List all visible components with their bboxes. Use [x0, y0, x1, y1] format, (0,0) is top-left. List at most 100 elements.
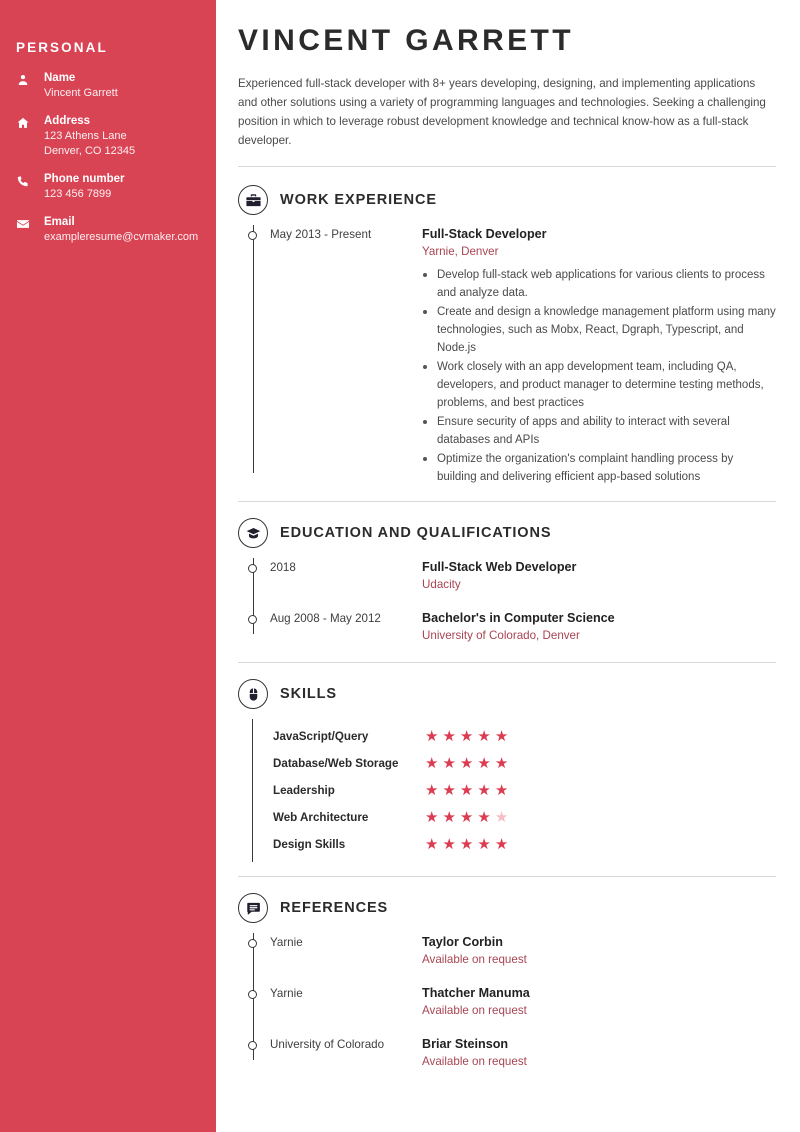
- contact-text: Address 123 Athens Lane Denver, CO 12345: [36, 114, 135, 159]
- contact-value: Vincent Garrett: [44, 87, 118, 99]
- section-header-work: WORK EXPERIENCE: [238, 185, 776, 215]
- skill-rating: ★ ★ ★ ★ ★: [425, 783, 508, 798]
- entry-organization: Yarnie, Denver: [422, 245, 499, 258]
- skill-name: Database/Web Storage: [273, 757, 399, 770]
- skill-rating: ★ ★ ★ ★ ★: [425, 729, 508, 744]
- speech-bubble-icon: [238, 893, 268, 923]
- contact-value: exampleresume@cvmaker.com: [44, 231, 199, 243]
- contact-item: Name Vincent Garrett: [16, 71, 200, 101]
- star-filled-icon: ★: [459, 809, 474, 826]
- star-empty-icon: ★: [494, 809, 509, 826]
- contact-value: Denver, CO 12345: [44, 145, 136, 157]
- timeline-entry: Yarnie Taylor Corbin Available on request: [247, 933, 776, 972]
- divider: [238, 876, 776, 877]
- skill-rating: ★ ★ ★ ★ ★: [425, 756, 508, 771]
- page-title: VINCENT GARRETT: [238, 24, 574, 57]
- contact-label: Address: [44, 115, 91, 127]
- contact-label: Phone number: [44, 173, 125, 185]
- bullet-item: Work closely with an app development tea…: [422, 358, 776, 412]
- divider: [238, 662, 776, 663]
- professional-summary: Experienced full-stack developer with 8+…: [238, 77, 766, 147]
- section-education: EDUCATION AND QUALIFICATIONS 2018 Full-St…: [238, 518, 776, 648]
- bullet-item: Create and design a knowledge management…: [422, 303, 776, 357]
- entry-date: University of Colorado: [270, 1038, 385, 1051]
- entry-date: Yarnie: [270, 987, 303, 1000]
- skills-list: JavaScript/Query ★ ★ ★ ★ ★ Database/Web Storag…: [252, 719, 776, 862]
- section-references: REFERENCES Yarnie Taylor Corbin Available …: [238, 893, 776, 1074]
- timeline-entry: May 2013 - Present Full-Stack Developer Ya…: [247, 225, 776, 487]
- entry-role: Briar Steinson: [422, 1037, 509, 1051]
- contact-item: Phone number 123 456 7899: [16, 172, 200, 202]
- star-filled-icon: ★: [442, 782, 456, 799]
- phone-icon: [16, 172, 36, 188]
- timeline-entry: University of Colorado Briar Steinson Avai…: [247, 1035, 776, 1074]
- timeline-entry: Yarnie Thatcher Manuma Available on reques…: [247, 984, 776, 1023]
- entry-date: 2018: [270, 561, 296, 574]
- section-title-education: EDUCATION AND QUALIFICATIONS: [280, 525, 552, 541]
- section-header-references: REFERENCES: [238, 893, 776, 923]
- entry-date: Yarnie: [270, 936, 303, 949]
- star-filled-icon: ★: [494, 755, 509, 772]
- star-filled-icon: ★: [477, 755, 491, 772]
- skill-name: Design Skills: [273, 838, 346, 851]
- entry-organization: Available on request: [422, 1004, 527, 1017]
- contact-value: 123 Athens Lane: [44, 130, 127, 142]
- star-filled-icon: ★: [425, 836, 439, 853]
- star-filled-icon: ★: [442, 755, 456, 772]
- contact-item: Address 123 Athens Lane Denver, CO 12345: [16, 114, 200, 159]
- entry-date: May 2013 - Present: [270, 228, 372, 241]
- star-filled-icon: ★: [477, 728, 491, 745]
- skill-rating: ★ ★ ★ ★ ★: [425, 810, 508, 825]
- entry-date: Aug 2008 - May 2012: [270, 612, 381, 625]
- section-skills: SKILLS JavaScript/Query ★ ★ ★ ★ ★ Database/Web…: [238, 679, 776, 862]
- entry-body: Thatcher Manuma Available on request: [422, 984, 776, 1023]
- star-filled-icon: ★: [425, 755, 439, 772]
- bullet-item: Optimize the organization's complaint ha…: [422, 450, 776, 486]
- contact-item: Email exampleresume@cvmaker.com: [16, 215, 200, 245]
- skill-row: Database/Web Storage ★ ★ ★ ★ ★: [273, 750, 776, 777]
- skill-rating: ★ ★ ★ ★ ★: [425, 837, 508, 852]
- section-title-references: REFERENCES: [280, 900, 389, 916]
- main-content: VINCENT GARRETT Experienced full-stack d…: [216, 0, 800, 1132]
- entry-body: Bachelor's in Computer Science University…: [422, 609, 776, 648]
- person-icon: [16, 71, 36, 87]
- star-filled-icon: ★: [477, 836, 491, 853]
- skill-name: JavaScript/Query: [273, 730, 369, 743]
- entry-body: Full-Stack Web Developer Udacity: [422, 558, 776, 597]
- star-filled-icon: ★: [425, 728, 439, 745]
- section-header-education: EDUCATION AND QUALIFICATIONS: [238, 518, 776, 548]
- briefcase-icon: [238, 185, 268, 215]
- entry-role: Taylor Corbin: [422, 935, 503, 949]
- contact-text: Name Vincent Garrett: [36, 71, 118, 101]
- contact-label: Email: [44, 216, 75, 228]
- skill-row: Design Skills ★ ★ ★ ★ ★: [273, 831, 776, 858]
- envelope-icon: [16, 215, 36, 231]
- mouse-icon: [238, 679, 268, 709]
- star-filled-icon: ★: [477, 782, 491, 799]
- star-filled-icon: ★: [425, 782, 439, 799]
- star-filled-icon: ★: [494, 782, 509, 799]
- star-filled-icon: ★: [442, 728, 456, 745]
- entry-bullet-list: Develop full-stack web applications for …: [422, 266, 776, 486]
- bullet-item: Develop full-stack web applications for …: [422, 266, 776, 302]
- work-timeline: May 2013 - Present Full-Stack Developer Ya…: [238, 225, 776, 487]
- resume-page: PERSONAL Name Vincent Garrett Address 123 A…: [0, 0, 800, 1132]
- contact-list: Name Vincent Garrett Address 123 Athens Lan…: [16, 71, 200, 245]
- section-title-work: WORK EXPERIENCE: [280, 192, 437, 208]
- bullet-item: Ensure security of apps and ability to i…: [422, 413, 776, 449]
- home-icon: [16, 114, 36, 130]
- entry-body: Full-Stack Developer Yarnie, Denver Develo…: [422, 225, 776, 487]
- skill-row: Web Architecture ★ ★ ★ ★ ★: [273, 804, 776, 831]
- entry-body: Briar Steinson Available on request: [422, 1035, 776, 1074]
- star-filled-icon: ★: [459, 836, 474, 853]
- section-header-skills: SKILLS: [238, 679, 776, 709]
- graduation-cap-icon: [238, 518, 268, 548]
- timeline-entry: Aug 2008 - May 2012 Bachelor's in Compute…: [247, 609, 776, 648]
- entry-organization: Available on request: [422, 1055, 527, 1068]
- divider: [238, 501, 776, 502]
- sidebar-section-title: PERSONAL: [16, 40, 108, 55]
- entry-organization: University of Colorado, Denver: [422, 629, 580, 642]
- timeline-entry: 2018 Full-Stack Web Developer Udacity: [247, 558, 776, 597]
- star-filled-icon: ★: [459, 755, 474, 772]
- contact-text: Phone number 123 456 7899: [36, 172, 125, 202]
